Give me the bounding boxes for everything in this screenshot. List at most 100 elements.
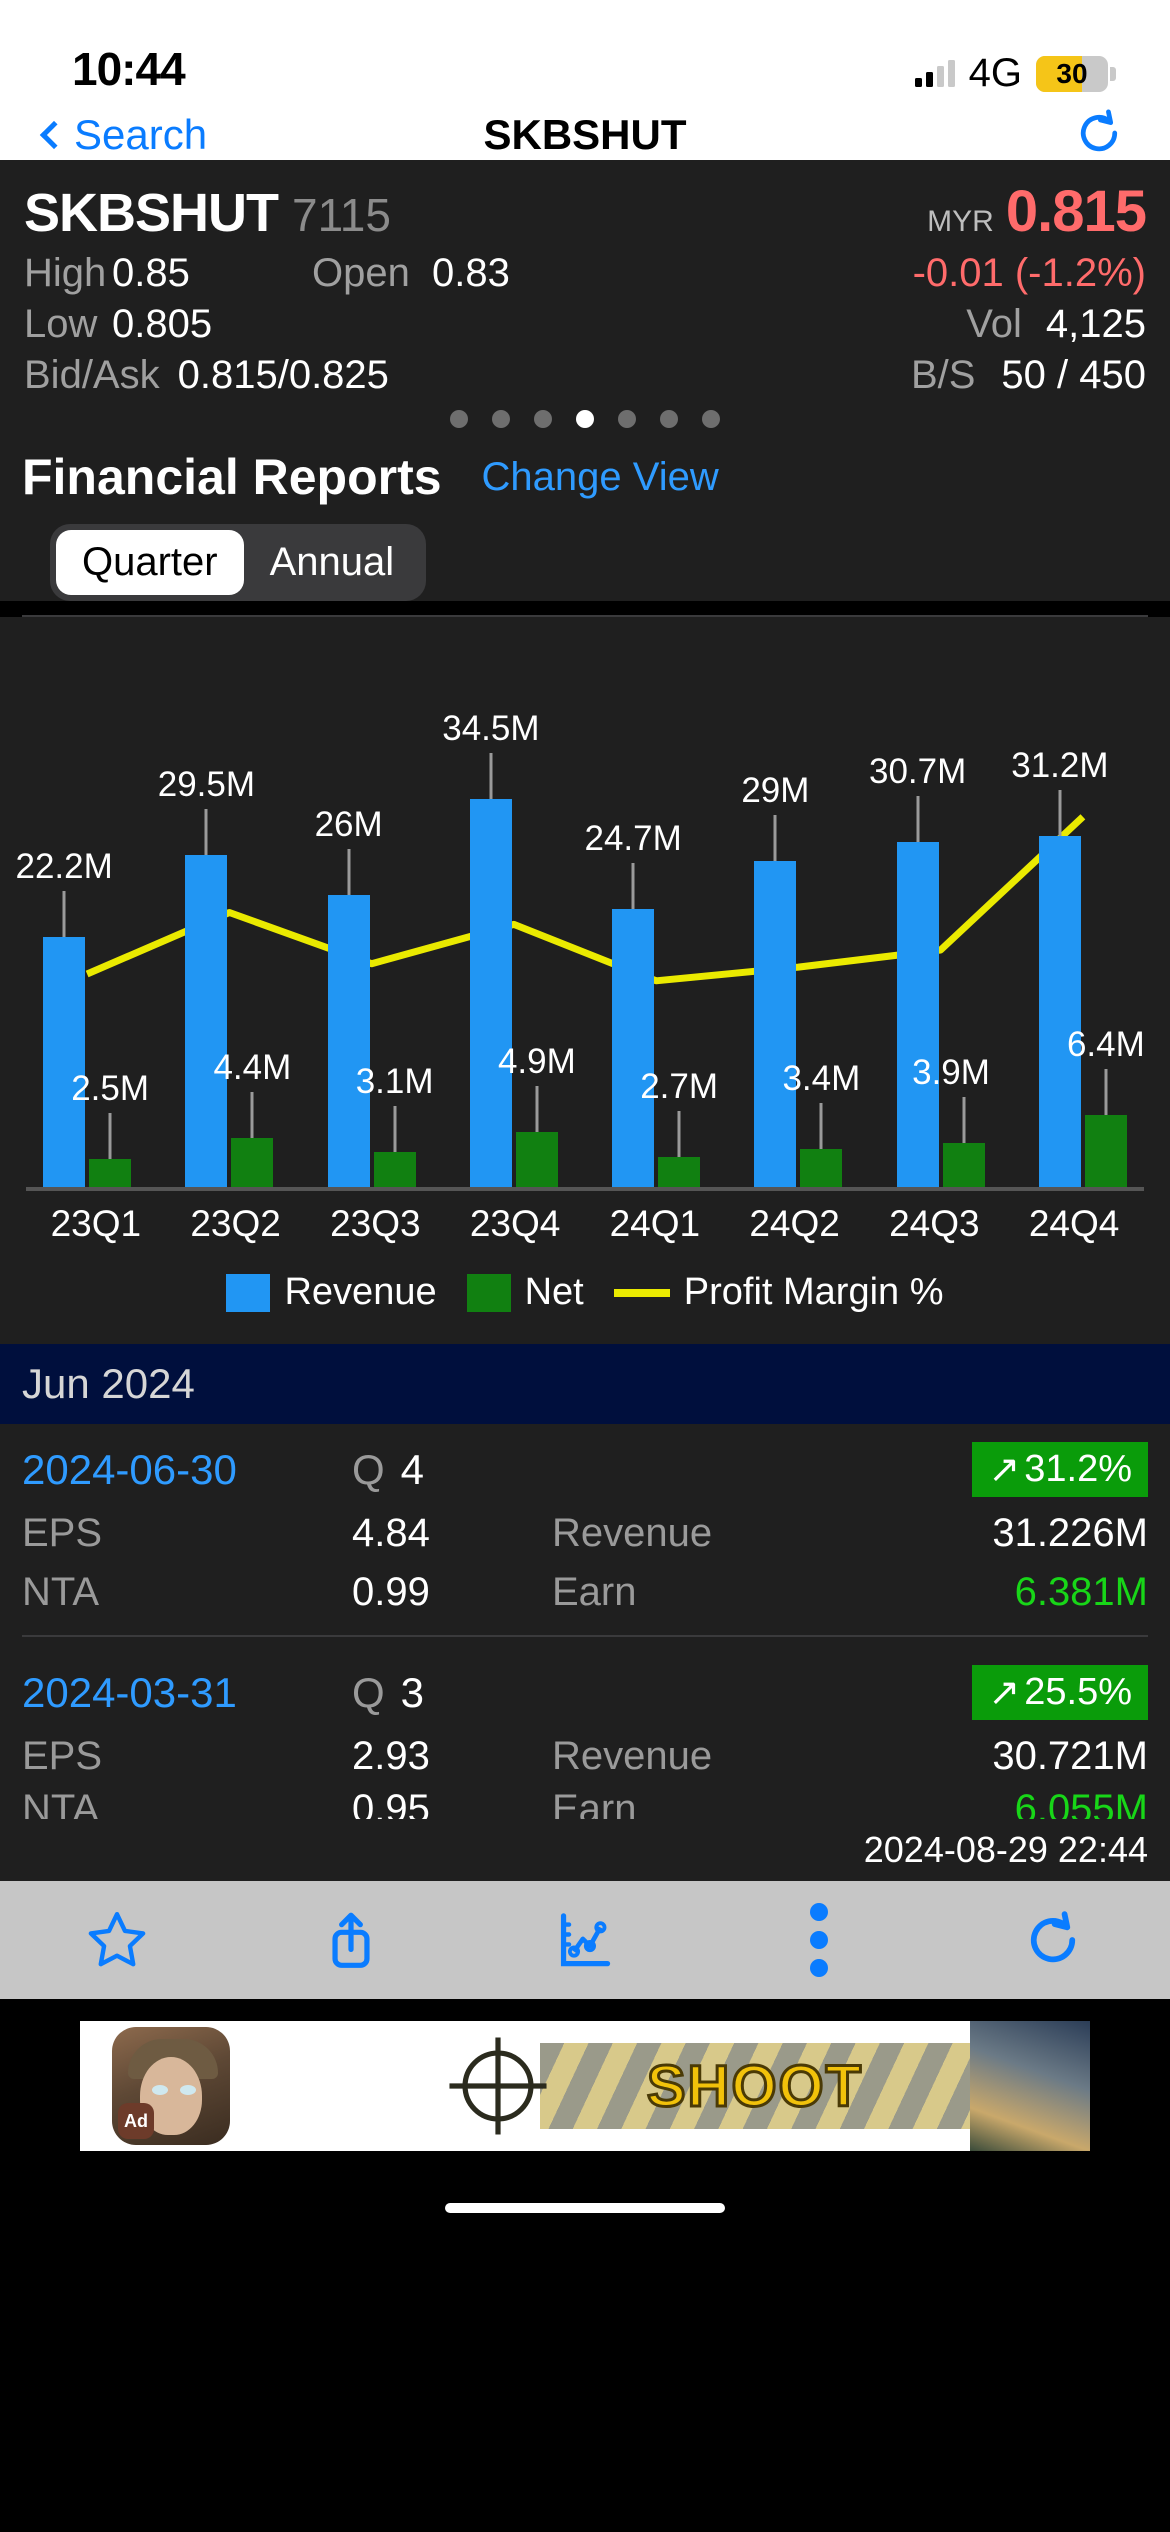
change-view-button[interactable]: Change View (482, 455, 719, 500)
report-row[interactable]: 2024-03-31 Q 3 ↗ 25.5% EPS 2.93 Revenue … (22, 1647, 1148, 1829)
more-options-button[interactable] (759, 1903, 879, 1977)
chart-x-tick-label: 23Q1 (50, 1203, 142, 1244)
period-segmented-control[interactable]: Quarter Annual (50, 524, 427, 601)
quote-symbol: SKBSHUT (24, 183, 279, 243)
share-icon (332, 1912, 370, 1968)
crosshair-icon (449, 2037, 547, 2135)
chart-x-tick-label: 24Q1 (609, 1203, 701, 1244)
chart-bar-group: 30.7M 3.9M (869, 627, 1012, 1187)
back-button[interactable]: Search (39, 111, 208, 159)
quote-panel[interactable]: SKBSHUT 7115 MYR 0.815 High 0.85 Open 0.8… (0, 160, 1170, 442)
net-bar: 4.4M (213, 1048, 291, 1187)
revenue-label: Revenue (552, 1734, 713, 1778)
page-dot-active[interactable] (576, 410, 594, 428)
nta-label: NTA (22, 1787, 100, 1819)
quote-price: 0.815 (1005, 179, 1147, 244)
tab-annual[interactable]: Annual (244, 530, 421, 595)
chart-bar-group: 31.2M 6.4M (1011, 627, 1154, 1187)
net-bar-label: 2.7M (640, 1066, 719, 1106)
toolbar-refresh-button[interactable] (993, 1907, 1113, 1973)
page-dot[interactable] (450, 410, 468, 428)
report-row-eps-revenue: EPS 2.93 Revenue 30.721M (22, 1734, 1148, 1779)
bar-stem (250, 1091, 254, 1138)
nav-refresh-button[interactable] (1072, 106, 1126, 165)
net-bar-label: 3.4M (782, 1058, 861, 1098)
report-row-divider (22, 1635, 1148, 1637)
revenue-bar: 22.2M (15, 847, 113, 1187)
report-row-eps-revenue: EPS 4.84 Revenue 31.226M (22, 1511, 1148, 1556)
report-row[interactable]: 2024-06-30 Q 4 ↗ 31.2% EPS 4.84 Revenue … (22, 1424, 1148, 1647)
vol-label: Vol (966, 302, 1022, 346)
ad-banner[interactable]: Ad SHOOT (80, 2021, 1090, 2151)
bar-stem (108, 1112, 112, 1159)
revenue-label: Revenue (552, 1511, 713, 1555)
net-bar-label: 3.9M (912, 1053, 990, 1093)
clipped-row-band: NTA 0.95 Earn 6.055M (22, 1779, 1148, 1819)
report-date[interactable]: 2024-03-31 (22, 1669, 352, 1717)
quote-header: SKBSHUT 7115 MYR 0.815 (24, 178, 1147, 245)
bar-stem (347, 848, 351, 895)
page-dot[interactable] (492, 410, 510, 428)
bs-value: 50 / 450 (1001, 353, 1146, 397)
revenue-bar-label: 30.7M (868, 751, 967, 791)
financial-reports-header: Financial Reports Change View (22, 442, 1148, 520)
back-button-label: Search (74, 111, 208, 158)
quarter-value: 3 (400, 1668, 425, 1716)
tab-quarter[interactable]: Quarter (56, 530, 244, 595)
page-indicator[interactable] (24, 398, 1146, 436)
chart-button[interactable] (525, 1907, 645, 1973)
page-dot[interactable] (660, 410, 678, 428)
vol-group: Vol 4,125 (966, 302, 1146, 347)
page-dot[interactable] (534, 410, 552, 428)
chart-x-tick-label: 24Q2 (749, 1203, 840, 1244)
bottom-toolbar[interactable] (0, 1881, 1170, 1999)
home-indicator[interactable] (445, 2203, 725, 2213)
quote-row-high-open: High 0.85 Open 0.83 -0.01 (-1.2%) (24, 251, 1146, 296)
ad-container[interactable]: Ad SHOOT (0, 1999, 1170, 2173)
status-clock: 10:44 (72, 43, 186, 95)
ad-artwork (970, 2021, 1090, 2151)
bar-stem (204, 809, 208, 856)
high-value: 0.85 (112, 251, 190, 295)
battery-level-label: 30 (1056, 57, 1088, 89)
revenue-value: 30.721M (992, 1734, 1148, 1778)
financial-chart[interactable]: 22.2M 2.5M 29.5M 4.4M 26M 3.1M 34.5M 4.9M 24.7M 2… (0, 617, 1170, 1344)
chart-icon (560, 1913, 611, 1967)
battery-icon: 30 (1036, 55, 1116, 92)
net-bar: 6.4M (1067, 1025, 1145, 1187)
share-button[interactable] (291, 1907, 411, 1973)
chart-x-tick-label: 24Q3 (889, 1203, 980, 1244)
chart-bar-group: 29.5M 4.4M (158, 627, 300, 1187)
legend-item-revenue: Revenue (226, 1271, 437, 1314)
chart-bar-group: 22.2M 2.5M (15, 627, 158, 1187)
eps-label: EPS (22, 1511, 103, 1555)
nta-label: NTA (22, 1570, 100, 1614)
chart-legend: Revenue Net Profit Margin % (16, 1245, 1154, 1344)
bar-stem (819, 1102, 823, 1149)
bs-group: B/S 50 / 450 (911, 353, 1146, 398)
net-bar: 3.4M (782, 1059, 860, 1187)
low-value: 0.805 (112, 302, 213, 346)
financial-reports-section: Financial Reports Change View Quarter An… (0, 442, 1170, 601)
nav-bar: Search SKBSHUT (0, 108, 1170, 160)
chart-bar-group: 26M 3.1M (301, 627, 443, 1187)
low-label: Low (24, 302, 98, 346)
net-bar-label: 6.4M (1066, 1025, 1145, 1064)
page-dot[interactable] (618, 410, 636, 428)
favorite-button[interactable] (57, 1907, 177, 1973)
eps-label: EPS (22, 1734, 103, 1778)
report-row-nta-earn: NTA 0.95 Earn 6.055M (22, 1787, 1148, 1819)
month-section-header: Jun 2024 (0, 1344, 1170, 1424)
bs-label: B/S (910, 353, 976, 397)
report-row-header: 2024-03-31 Q 3 ↗ 25.5% (22, 1665, 1148, 1720)
report-date[interactable]: 2024-06-30 (22, 1446, 352, 1494)
page-dot[interactable] (702, 410, 720, 428)
legend-swatch-profit-margin (613, 1288, 670, 1297)
eps-value: 2.93 (352, 1734, 430, 1778)
quarter-value: 4 (400, 1445, 425, 1493)
revenue-bar: 30.7M (869, 752, 966, 1187)
status-indicators: 4G 30 (914, 51, 1116, 96)
chart-x-tick-label: 23Q3 (330, 1203, 421, 1244)
badge-arrow-icon: ↗ (988, 1672, 1021, 1714)
ad-stripe-panel: SHOOT (540, 2043, 970, 2129)
